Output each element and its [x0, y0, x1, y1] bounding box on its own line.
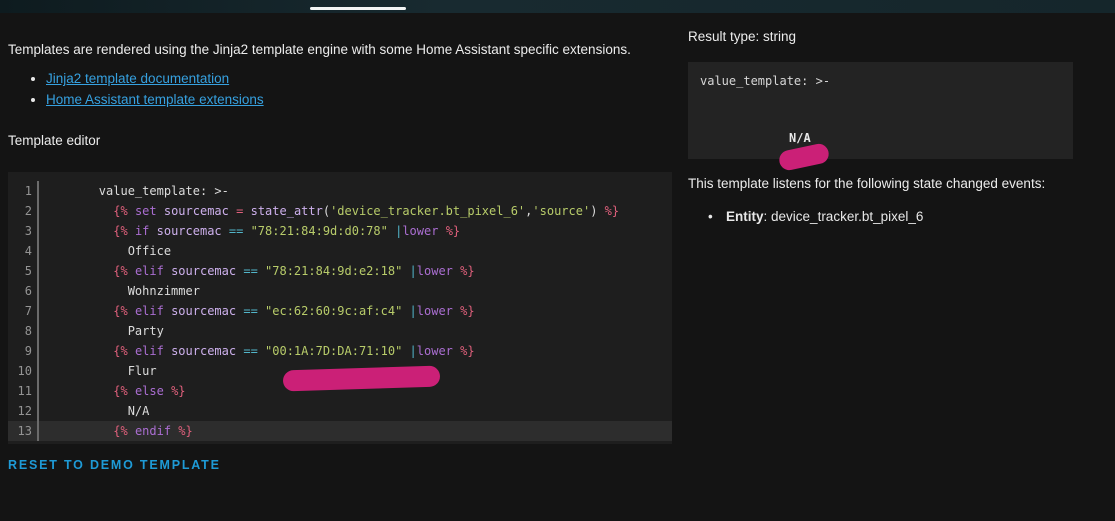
- line-number: 3: [8, 221, 39, 241]
- line-number: 1: [8, 181, 39, 201]
- line-number: 4: [8, 241, 39, 261]
- line-number: 11: [8, 381, 39, 401]
- active-tab-indicator: [310, 7, 406, 10]
- bullet-icon: •: [708, 209, 713, 224]
- template-editor-label: Template editor: [8, 133, 101, 148]
- result-output-line: value_template: >-: [700, 74, 831, 88]
- line-number: 8: [8, 321, 39, 341]
- code-line[interactable]: 6 Wohnzimmer: [8, 281, 672, 301]
- intro-text: Templates are rendered using the Jinja2 …: [8, 42, 631, 57]
- code-line-content: Flur: [41, 364, 157, 378]
- code-line[interactable]: 12 N/A: [8, 401, 672, 421]
- line-number: 12: [8, 401, 39, 421]
- doc-link-item: Jinja2 template documentation: [46, 72, 264, 86]
- line-number: 5: [8, 261, 39, 281]
- code-line-content: {% set sourcemac = state_attr('device_tr…: [113, 204, 620, 218]
- doc-link[interactable]: Home Assistant template extensions: [46, 92, 264, 107]
- doc-link-item: Home Assistant template extensions: [46, 93, 264, 107]
- top-tab-bar: [0, 0, 1115, 13]
- entity-value: device_tracker.bt_pixel_6: [771, 209, 924, 224]
- line-number: 9: [8, 341, 39, 361]
- code-line-content: {% elif sourcemac == "00:1A:7D:DA:71:10"…: [113, 344, 475, 358]
- code-line-content: Wohnzimmer: [41, 284, 200, 298]
- code-line-content: Office: [41, 244, 172, 258]
- code-line-content: {% elif sourcemac == "ec:62:60:9c:af:c4"…: [113, 304, 475, 318]
- entity-label: Entity: [726, 209, 764, 224]
- line-number: 2: [8, 201, 39, 221]
- code-line-content: {% if sourcemac == "78:21:84:9d:d0:78" |…: [113, 224, 461, 238]
- code-line-content: N/A: [41, 404, 150, 418]
- code-line-content: {% elif sourcemac == "78:21:84:9d:e2:18"…: [113, 264, 475, 278]
- listens-text: This template listens for the following …: [688, 176, 1046, 191]
- line-number: 7: [8, 301, 39, 321]
- code-line[interactable]: 7 {% elif sourcemac == "ec:62:60:9c:af:c…: [8, 301, 672, 321]
- code-lines: 1 value_template: >- 2 {% set sourcemac =…: [8, 181, 672, 441]
- template-editor-page: Templates are rendered using the Jinja2 …: [0, 0, 1115, 521]
- code-line-content: {% endif %}: [113, 424, 193, 438]
- code-line[interactable]: 5 {% elif sourcemac == "78:21:84:9d:e2:1…: [8, 261, 672, 281]
- doc-link[interactable]: Jinja2 template documentation: [46, 71, 229, 86]
- entity-separator: :: [763, 209, 772, 224]
- result-output-value: N/A: [789, 131, 811, 145]
- code-line[interactable]: 1 value_template: >-: [8, 181, 672, 201]
- code-line-content: Party: [41, 324, 164, 338]
- line-number: 13: [8, 421, 39, 441]
- code-line[interactable]: 4 Office: [8, 241, 672, 261]
- code-line-content: value_template: >-: [41, 184, 229, 198]
- result-output-box: value_template: >- N/A: [688, 62, 1073, 159]
- code-line[interactable]: 8 Party: [8, 321, 672, 341]
- line-number: 10: [8, 361, 39, 381]
- entity-list-item: • Entity: device_tracker.bt_pixel_6: [708, 209, 923, 224]
- result-type-label: Result type: string: [688, 29, 797, 44]
- reset-to-demo-template-button[interactable]: RESET TO DEMO TEMPLATE: [8, 458, 221, 472]
- code-line[interactable]: 2 {% set sourcemac = state_attr('device_…: [8, 201, 672, 221]
- code-editor[interactable]: 1 value_template: >- 2 {% set sourcemac =…: [8, 172, 672, 444]
- code-line[interactable]: 3 {% if sourcemac == "78:21:84:9d:d0:78"…: [8, 221, 672, 241]
- doc-links: Jinja2 template documentation Home Assist…: [28, 72, 264, 114]
- line-number: 6: [8, 281, 39, 301]
- code-line[interactable]: 9 {% elif sourcemac == "00:1A:7D:DA:71:1…: [8, 341, 672, 361]
- code-line-content: {% else %}: [113, 384, 186, 398]
- code-line[interactable]: 13 {% endif %}: [8, 421, 672, 441]
